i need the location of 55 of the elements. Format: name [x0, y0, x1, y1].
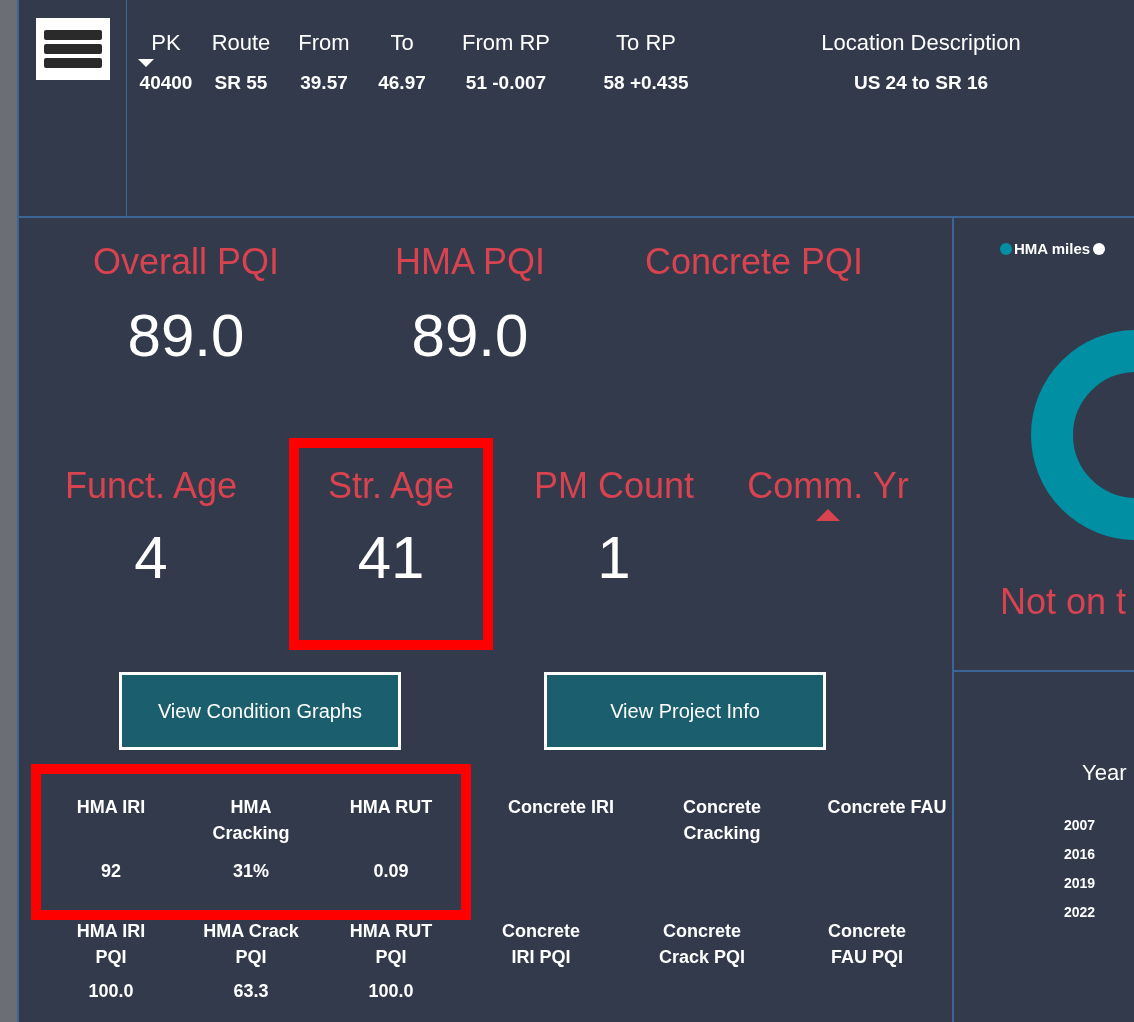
metric-value: 1	[597, 523, 631, 593]
measure-label: HMA Crack PQI	[203, 920, 299, 969]
column-value: SR 55	[214, 71, 268, 95]
year-label: 2019	[1064, 874, 1097, 893]
column-value: US 24 to SR 16	[853, 71, 989, 95]
menu-icon	[43, 30, 102, 68]
metric-label: Comm. Yr	[747, 464, 909, 508]
status-message: Not on t	[1000, 579, 1128, 624]
measure-label: Concrete IRI	[507, 796, 615, 819]
measure-label: Concrete IRI PQI	[501, 920, 581, 969]
view-button[interactable]: View Condition Graphs	[119, 672, 401, 750]
measure-label: HMA IRI	[75, 796, 147, 819]
metric-value: 89.0	[411, 301, 529, 371]
metric-label: Overall PQI	[92, 240, 279, 284]
measure-label: HMA RUT PQI	[348, 920, 434, 969]
measure-label: Concrete Cracking	[682, 796, 762, 845]
column-header[interactable]: Route	[211, 28, 271, 58]
metric-label: HMA PQI	[395, 240, 545, 284]
metric-value: 41	[357, 523, 425, 593]
metric-value: 89.0	[127, 301, 245, 371]
metric-label: PM Count	[533, 464, 695, 508]
measure-value: 0.09	[373, 860, 409, 883]
metric-value: 4	[134, 523, 168, 593]
view-button[interactable]: View Project Info	[544, 672, 826, 750]
measure-value: 100.0	[368, 980, 414, 1003]
measure-value: 31%	[233, 860, 269, 883]
menu-button[interactable]	[35, 18, 110, 80]
year-label: 2016	[1064, 845, 1097, 864]
metric-label: Funct. Age	[64, 464, 238, 508]
measure-value: 63.3	[233, 980, 269, 1003]
measure-label: HMA RUT	[348, 796, 434, 819]
metric-label: Str. Age	[327, 464, 455, 508]
year-label: 2022	[1064, 903, 1097, 922]
measure-label: Concrete FAU PQI	[827, 920, 907, 969]
column-header[interactable]: Location Description	[821, 28, 1021, 58]
column-value: 46.97	[378, 71, 426, 95]
column-header[interactable]: To RP	[616, 28, 676, 58]
measure-label: HMA Cracking	[211, 796, 291, 845]
measure-label: Concrete FAU	[827, 796, 947, 819]
measure-label: Concrete Crack PQI	[657, 920, 746, 969]
measure-label: HMA IRI PQI	[75, 920, 147, 969]
column-value: 51 -0.007	[465, 71, 547, 95]
column-header[interactable]: From	[298, 28, 350, 58]
measure-value: 92	[101, 860, 121, 883]
year-header: Year	[1082, 759, 1128, 787]
column-value: 40400	[139, 71, 193, 95]
legend-label: HMA miles	[1014, 239, 1091, 259]
year-label: 2007	[1064, 816, 1097, 835]
column-header[interactable]: From RP	[462, 28, 550, 58]
metric-label: Concrete PQI	[644, 240, 864, 284]
column-value: 58 +0.435	[603, 71, 689, 95]
column-header[interactable]: To	[390, 28, 414, 58]
column-header[interactable]: PK	[151, 28, 181, 58]
column-value: 39.57	[300, 71, 348, 95]
measure-value: 100.0	[88, 980, 134, 1003]
